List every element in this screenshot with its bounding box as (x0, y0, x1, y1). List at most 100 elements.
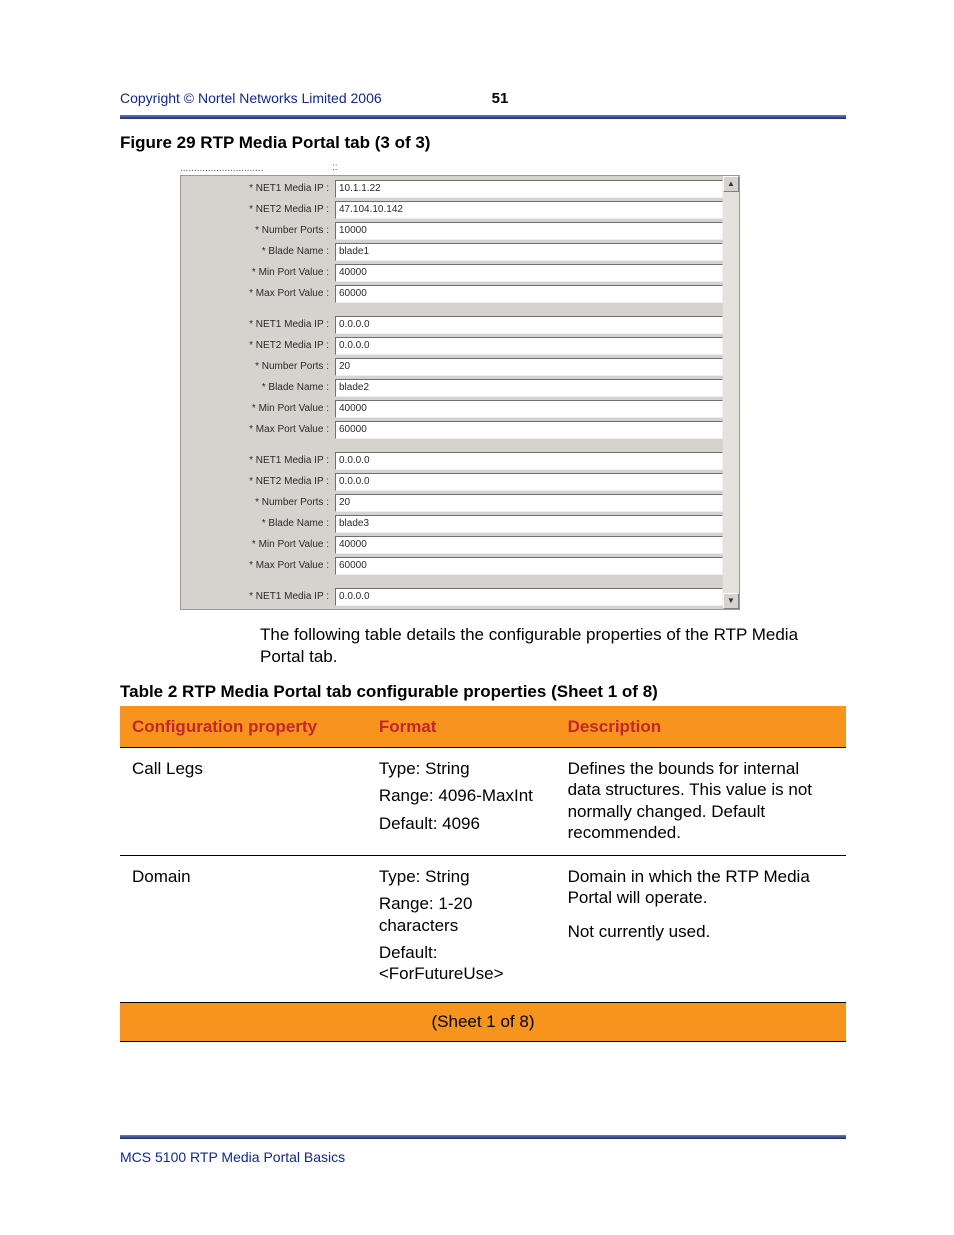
input-net2[interactable]: 47.104.10.142 (335, 201, 723, 219)
scrollbar[interactable]: ▲ ▼ (723, 176, 739, 609)
field-row: * Number Ports :20 (191, 356, 723, 377)
properties-table: Configuration property Format Descriptio… (120, 706, 846, 1042)
header-rule (120, 115, 846, 119)
column-header-description: Description (556, 707, 846, 748)
format-default: Default: 4096 (379, 813, 544, 834)
table-sheet-row: (Sheet 1 of 8) (120, 1003, 846, 1041)
format-default: Default: <ForFutureUse> (379, 942, 544, 985)
sheet-indicator: (Sheet 1 of 8) (120, 1003, 846, 1041)
scroll-down-icon[interactable]: ▼ (723, 593, 739, 609)
field-row: * Blade Name :blade1 (191, 241, 723, 262)
label-blade: * Blade Name : (191, 246, 335, 257)
field-row: * Max Port Value :60000 (191, 283, 723, 304)
input-min[interactable]: 40000 (335, 264, 723, 282)
input-ports[interactable]: 20 (335, 494, 723, 512)
input-net1[interactable]: 0.0.0.0 (335, 452, 723, 470)
intro-text: The following table details the configur… (260, 624, 846, 668)
table-row: Call Legs Type: String Range: 4096-MaxIn… (120, 748, 846, 856)
label-ports: * Number Ports : (191, 225, 335, 236)
field-row: * NET2 Media IP :0.0.0.0 (191, 471, 723, 492)
page-footer: MCS 5100 RTP Media Portal Basics (120, 1135, 846, 1165)
field-row: * Blade Name :blade3 (191, 513, 723, 534)
label-net2: * NET2 Media IP : (191, 340, 335, 351)
field-row: * Number Ports :20 (191, 492, 723, 513)
group-gap (191, 304, 723, 314)
group-gap (191, 576, 723, 586)
field-row: * Max Port Value :60000 (191, 419, 723, 440)
label-ports: * Number Ports : (191, 361, 335, 372)
format-type: Type: String (379, 758, 544, 779)
rtp-config-panel: * NET1 Media IP :10.1.1.22 * NET2 Media … (180, 175, 740, 610)
label-min: * Min Port Value : (191, 539, 335, 550)
footer-rule (120, 1135, 846, 1139)
label-ports: * Number Ports : (191, 497, 335, 508)
table-caption: Table 2 RTP Media Portal tab configurabl… (120, 682, 846, 702)
label-min: * Min Port Value : (191, 267, 335, 278)
figure-caption: Figure 29 RTP Media Portal tab (3 of 3) (120, 133, 846, 153)
field-row: * Max Port Value :60000 (191, 555, 723, 576)
cell-format: Type: String Range: 4096-MaxInt Default:… (367, 748, 556, 856)
label-net1: * NET1 Media IP : (191, 455, 335, 466)
field-row: * Min Port Value :40000 (191, 262, 723, 283)
label-net1: * NET1 Media IP : (191, 319, 335, 330)
field-row: * Number Ports :10000 (191, 220, 723, 241)
field-row: * NET1 Media IP :0.0.0.0 (191, 586, 723, 607)
input-blade[interactable]: blade2 (335, 379, 723, 397)
format-type: Type: String (379, 866, 544, 887)
input-ports[interactable]: 10000 (335, 222, 723, 240)
field-row: * NET2 Media IP :0.0.0.0 (191, 335, 723, 356)
label-blade: * Blade Name : (191, 518, 335, 529)
label-net2: * NET2 Media IP : (191, 204, 335, 215)
column-header-property: Configuration property (120, 707, 367, 748)
label-net1: * NET1 Media IP : (191, 591, 335, 602)
cell-description: Domain in which the RTP Media Portal wil… (556, 856, 846, 1003)
scroll-up-icon[interactable]: ▲ (723, 176, 739, 192)
input-net2[interactable]: 0.0.0.0 (335, 473, 723, 491)
input-net1[interactable]: 0.0.0.0 (335, 588, 723, 606)
input-ports[interactable]: 20 (335, 358, 723, 376)
cell-property: Call Legs (120, 748, 367, 856)
input-blade[interactable]: blade1 (335, 243, 723, 261)
column-header-format: Format (367, 707, 556, 748)
footer-text: MCS 5100 RTP Media Portal Basics (120, 1149, 846, 1165)
page-number: 51 (492, 90, 509, 107)
input-min[interactable]: 40000 (335, 400, 723, 418)
input-min[interactable]: 40000 (335, 536, 723, 554)
input-net1[interactable]: 10.1.1.22 (335, 180, 723, 198)
input-net2[interactable]: 0.0.0.0 (335, 337, 723, 355)
desc-line2: Not currently used. (568, 921, 834, 942)
input-max[interactable]: 60000 (335, 285, 723, 303)
group-gap (191, 440, 723, 450)
label-net2: * NET2 Media IP : (191, 476, 335, 487)
drag-handle-icon: :: (332, 163, 340, 175)
page: Copyright © Nortel Networks Limited 2006… (0, 0, 954, 1235)
format-range: Range: 1-20 characters (379, 893, 544, 936)
copyright-text: Copyright © Nortel Networks Limited 2006 (120, 90, 382, 106)
label-max: * Max Port Value : (191, 424, 335, 435)
field-row: * NET1 Media IP :10.1.1.22 (191, 178, 723, 199)
cell-description: Defines the bounds for internal data str… (556, 748, 846, 856)
field-row: * Blade Name :blade2 (191, 377, 723, 398)
field-row: * NET1 Media IP :0.0.0.0 (191, 450, 723, 471)
label-max: * Max Port Value : (191, 288, 335, 299)
screenshot-wrap: .............................. :: * NET1… (180, 163, 740, 610)
input-max[interactable]: 60000 (335, 557, 723, 575)
label-min: * Min Port Value : (191, 403, 335, 414)
label-net1: * NET1 Media IP : (191, 183, 335, 194)
field-row: * NET1 Media IP :0.0.0.0 (191, 314, 723, 335)
field-row: * NET2 Media IP :47.104.10.142 (191, 199, 723, 220)
format-range: Range: 4096-MaxInt (379, 785, 544, 806)
label-blade: * Blade Name : (191, 382, 335, 393)
cell-format: Type: String Range: 1-20 characters Defa… (367, 856, 556, 1003)
cell-property: Domain (120, 856, 367, 1003)
field-row: * Min Port Value :40000 (191, 398, 723, 419)
label-max: * Max Port Value : (191, 560, 335, 571)
input-max[interactable]: 60000 (335, 421, 723, 439)
field-row: * Min Port Value :40000 (191, 534, 723, 555)
window-tear-top: .............................. (180, 163, 332, 175)
input-blade[interactable]: blade3 (335, 515, 723, 533)
input-net1[interactable]: 0.0.0.0 (335, 316, 723, 334)
table-row: Domain Type: String Range: 1-20 characte… (120, 856, 846, 1003)
table-header-row: Configuration property Format Descriptio… (120, 707, 846, 748)
page-header: Copyright © Nortel Networks Limited 2006… (120, 90, 846, 107)
